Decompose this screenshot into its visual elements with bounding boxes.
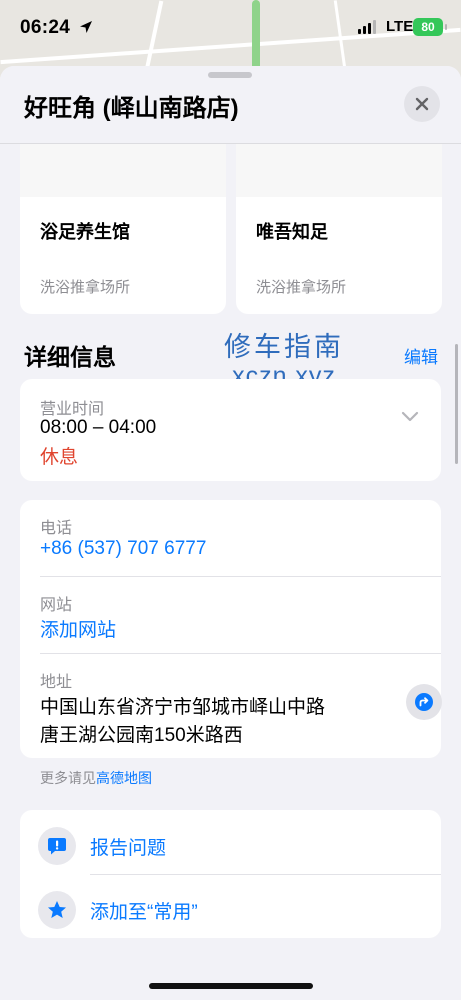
nearby-card[interactable]: 唯吾知足 洗浴推拿场所 (236, 144, 442, 314)
nearby-card[interactable]: 浴足养生馆 洗浴推拿场所 (20, 144, 226, 314)
close-icon (415, 97, 429, 111)
report-issue-label: 报告问题 (90, 838, 167, 859)
website-label: 网站 (40, 597, 73, 614)
address-line2: 唐王湖公园南150米路西 (40, 725, 243, 746)
hours-status: 休息 (40, 447, 79, 468)
divider (40, 653, 441, 654)
divider (40, 576, 441, 577)
sheet-grabber[interactable] (208, 72, 252, 78)
status-time: 06:24 (20, 17, 71, 38)
nearby-photo (20, 144, 226, 197)
hours-value: 08:00 – 04:00 (40, 417, 157, 438)
phone-value[interactable]: +86 (537) 707 6777 (40, 538, 206, 560)
phone-label: 电话 (40, 520, 73, 537)
nearby-name: 浴足养生馆 (40, 222, 130, 242)
nearby-category: 洗浴推拿场所 (40, 279, 131, 296)
contact-card: 电话 +86 (537) 707 6777 网站 添加网站 地址 中国山东省济宁… (20, 500, 442, 758)
more-info-prefix: 更多请见 (40, 770, 96, 786)
nearby-photo (236, 144, 442, 197)
status-bar: 06:24 LTE 80 (0, 0, 461, 56)
hours-label: 营业时间 (40, 401, 105, 418)
details-title: 详细信息 (24, 344, 116, 370)
website-value[interactable]: 添加网站 (40, 615, 116, 642)
add-to-favorites-button[interactable]: 添加至“常用” (38, 882, 441, 932)
star-icon (38, 891, 76, 929)
sheet-header: 好旺角 (峄山南路店) (0, 66, 461, 144)
hours-card[interactable]: 营业时间 08:00 – 04:00 休息 (20, 379, 441, 481)
actions-card: 报告问题 添加至“常用” (20, 810, 441, 938)
chevron-down-icon[interactable] (401, 411, 419, 423)
add-to-favorites-label: 添加至“常用” (90, 902, 198, 923)
turn-right-arrow-icon (415, 693, 433, 711)
nearby-name: 唯吾知足 (256, 222, 328, 242)
website-row[interactable]: 网站 添加网站 (40, 591, 441, 651)
address-row[interactable]: 地址 中国山东省济宁市邹城市峄山中路 唐王湖公园南150米路西 (40, 668, 442, 756)
location-arrow-icon (80, 21, 92, 33)
place-sheet: 好旺角 (峄山南路店) 浴足养生馆 洗浴推拿场所 唯吾知足 洗浴推拿场所 详细信… (0, 66, 461, 1000)
phone-row[interactable]: 电话 +86 (537) 707 6777 (40, 514, 441, 574)
home-indicator[interactable] (149, 983, 313, 989)
address-line1: 中国山东省济宁市邹城市峄山中路 (40, 697, 326, 718)
edit-button[interactable]: 编辑 (404, 343, 438, 368)
place-title: 好旺角 (峄山南路店) (24, 95, 239, 122)
close-button[interactable] (404, 86, 440, 122)
battery-icon: 80 (413, 18, 447, 36)
more-info-line: 更多请见高德地图 (40, 768, 152, 788)
battery-level: 80 (421, 20, 435, 34)
amap-link[interactable]: 高德地图 (96, 770, 152, 786)
scrollbar[interactable] (455, 344, 458, 464)
network-label: LTE (386, 18, 414, 35)
address-label: 地址 (40, 674, 73, 691)
watermark-line1: 修车指南 (224, 332, 344, 362)
directions-button[interactable] (406, 684, 442, 720)
cellular-signal-icon (358, 20, 376, 34)
divider (90, 874, 441, 875)
address-value: 中国山东省济宁市邹城市峄山中路 唐王湖公园南150米路西 (40, 694, 325, 750)
report-issue-button[interactable]: 报告问题 (38, 818, 441, 868)
exclamation-bubble-icon (38, 827, 76, 865)
nearby-category: 洗浴推拿场所 (256, 279, 347, 296)
